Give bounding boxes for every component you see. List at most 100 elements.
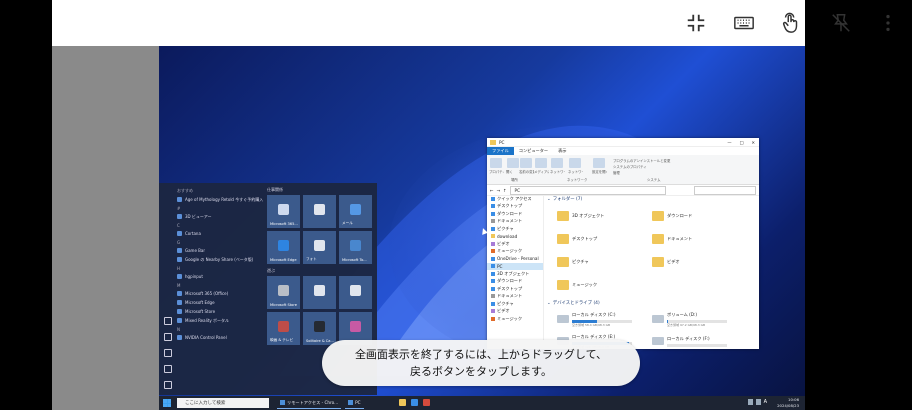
start-app-item[interactable]: Microsoft Edge: [177, 298, 263, 307]
forward-icon[interactable]: →: [497, 188, 501, 193]
start-tile[interactable]: Microsoft 365...: [267, 195, 300, 228]
settings-icon[interactable]: [164, 365, 172, 373]
folder-item[interactable]: 3D オブジェクト: [557, 205, 652, 226]
start-app-item[interactable]: NVIDIA Control Panel: [177, 333, 263, 342]
start-tile[interactable]: Microsoft Store: [267, 276, 300, 309]
start-tile[interactable]: Microsoft To...: [339, 231, 372, 264]
clock[interactable]: 10:06 2024/08/23: [777, 397, 799, 408]
start-app-item[interactable]: Game Bar: [177, 246, 263, 255]
nav-item[interactable]: ドキュメント: [487, 293, 543, 301]
ribbon-button-icon[interactable]: [551, 158, 563, 168]
more-vert-icon: [886, 14, 890, 32]
document-icon[interactable]: [164, 333, 172, 341]
folder-item[interactable]: ビデオ: [652, 251, 747, 272]
nav-item[interactable]: ドキュメント: [487, 218, 543, 226]
start-tile[interactable]: [303, 276, 336, 309]
nav-item[interactable]: PC: [487, 262, 543, 270]
picture-icon[interactable]: [164, 349, 172, 357]
drive-item[interactable]: ローカル ディスク (F:): [652, 331, 747, 349]
network-icon[interactable]: [747, 399, 753, 405]
ribbon-right-1[interactable]: プログラムのアンインストールと変更: [613, 158, 670, 163]
folder-item[interactable]: ドキュメント: [652, 228, 747, 249]
ribbon-button-icon[interactable]: [593, 158, 605, 168]
explorer-taskbar-icon[interactable]: [399, 399, 406, 406]
taskbar-app-button[interactable]: PC: [345, 398, 364, 409]
nav-item[interactable]: クイック アクセス: [487, 195, 543, 203]
explorer-search-box[interactable]: [694, 185, 756, 195]
nav-item-label: デスクトップ: [497, 285, 523, 291]
taskbar-app-button[interactable]: リモートアクセス - Chro...: [277, 398, 342, 409]
start-app-item[interactable]: Cortana: [177, 229, 263, 238]
nav-item[interactable]: OneDrive - Personal: [487, 255, 543, 263]
drive-info: ローカル ディスク (F:): [667, 336, 727, 347]
folder-label: ドキュメント: [667, 235, 693, 241]
nav-item[interactable]: ミュージック: [487, 248, 543, 256]
ribbon-button-icon[interactable]: [507, 158, 519, 168]
back-icon[interactable]: ←: [490, 188, 494, 193]
nav-item[interactable]: ピクチャ: [487, 225, 543, 233]
start-app-item[interactable]: Microsoft Store: [177, 307, 263, 316]
drives-section-header[interactable]: ⌄ デバイスとドライブ (4): [547, 299, 759, 307]
nav-item[interactable]: ミュージック: [487, 315, 543, 323]
nav-item[interactable]: ビデオ: [487, 240, 543, 248]
nav-item[interactable]: download: [487, 233, 543, 241]
power-icon[interactable]: [164, 381, 172, 389]
nav-item[interactable]: ダウンロード: [487, 210, 543, 218]
start-app-item[interactable]: Microsoft 365 (Office): [177, 289, 263, 298]
taskbar-search[interactable]: ここに入力して検索: [177, 398, 269, 408]
ribbon-right-2[interactable]: システムのプロパティ: [613, 164, 647, 169]
folder-item[interactable]: ダウンロード: [652, 205, 747, 226]
start-app-item[interactable]: hgpinput: [177, 272, 263, 281]
nav-item[interactable]: ビデオ: [487, 308, 543, 316]
nav-item[interactable]: ピクチャ: [487, 300, 543, 308]
ribbon-tab[interactable]: ファイル: [487, 147, 514, 155]
start-app-item[interactable]: Age of Mythology Retold 今すぐ予約購入: [177, 195, 263, 204]
touch-button[interactable]: [776, 8, 806, 38]
start-tile[interactable]: Solitaire & Ca...: [303, 312, 336, 345]
folders-section-header[interactable]: ⌄ フォルダー (7): [547, 195, 759, 203]
ribbon-button-icon[interactable]: [520, 158, 532, 168]
start-app-item[interactable]: Google の Nearby Share (ベータ版): [177, 255, 263, 264]
ribbon-button-icon[interactable]: [535, 158, 547, 168]
drive-item[interactable]: ボリューム (D:) 空き領域 97.2 GB/98.3 GB: [652, 309, 747, 329]
keyboard-button[interactable]: [729, 8, 759, 38]
start-tile[interactable]: Microsoft Edge: [267, 231, 300, 264]
nav-item[interactable]: 3D オブジェクト: [487, 270, 543, 278]
minimize-icon[interactable]: —: [727, 140, 731, 145]
nav-item[interactable]: デスクトップ: [487, 203, 543, 211]
start-tile[interactable]: [339, 276, 372, 309]
maximize-icon[interactable]: □: [740, 140, 744, 145]
close-icon[interactable]: ✕: [751, 140, 755, 145]
drive-item[interactable]: ローカル ディスク (C:) 空き領域 58.4 GB/98.3 GB: [557, 309, 652, 329]
nav-item[interactable]: ダウンロード: [487, 278, 543, 286]
folder-item[interactable]: ピクチャ: [557, 251, 652, 272]
explorer-titlebar[interactable]: PC — □ ✕: [487, 138, 759, 147]
windows-start-button[interactable]: [163, 399, 171, 407]
nav-item[interactable]: デスクトップ: [487, 285, 543, 293]
unpin-button[interactable]: [826, 8, 856, 38]
start-tile[interactable]: 映画 & テレビ: [267, 312, 300, 345]
ribbon-right-3[interactable]: 管理: [613, 170, 620, 175]
office-taskbar-icon[interactable]: [423, 399, 430, 406]
edge-taskbar-icon[interactable]: [411, 399, 418, 406]
start-tile[interactable]: メール: [339, 195, 372, 228]
ime-indicator[interactable]: A: [764, 399, 767, 405]
volume-icon[interactable]: [755, 399, 761, 405]
start-app-item[interactable]: Mixed Reality ポータル: [177, 316, 263, 325]
user-icon[interactable]: [164, 317, 172, 325]
more-button[interactable]: [873, 8, 903, 38]
ribbon-button-icon[interactable]: [490, 158, 502, 168]
start-app-item[interactable]: 3D ビューアー: [177, 212, 263, 221]
file-explorer-window[interactable]: PC — □ ✕ ファイル コンピューター 表示 プログラムのアンインストールと変更…: [487, 138, 759, 349]
ribbon-button-icon[interactable]: [569, 158, 581, 168]
exit-fullscreen-button[interactable]: [681, 8, 711, 38]
start-tile[interactable]: [303, 195, 336, 228]
ribbon-tab[interactable]: 表示: [553, 147, 571, 155]
ribbon-tab[interactable]: コンピューター: [514, 147, 553, 155]
address-bar[interactable]: PC: [509, 185, 666, 195]
nav-item-label: 3D オブジェクト: [497, 270, 530, 276]
folder-item[interactable]: デスクトップ: [557, 228, 652, 249]
folder-item[interactable]: ミュージック: [557, 274, 652, 295]
start-tile[interactable]: フォト: [303, 231, 336, 264]
up-icon[interactable]: ↑: [503, 188, 507, 193]
